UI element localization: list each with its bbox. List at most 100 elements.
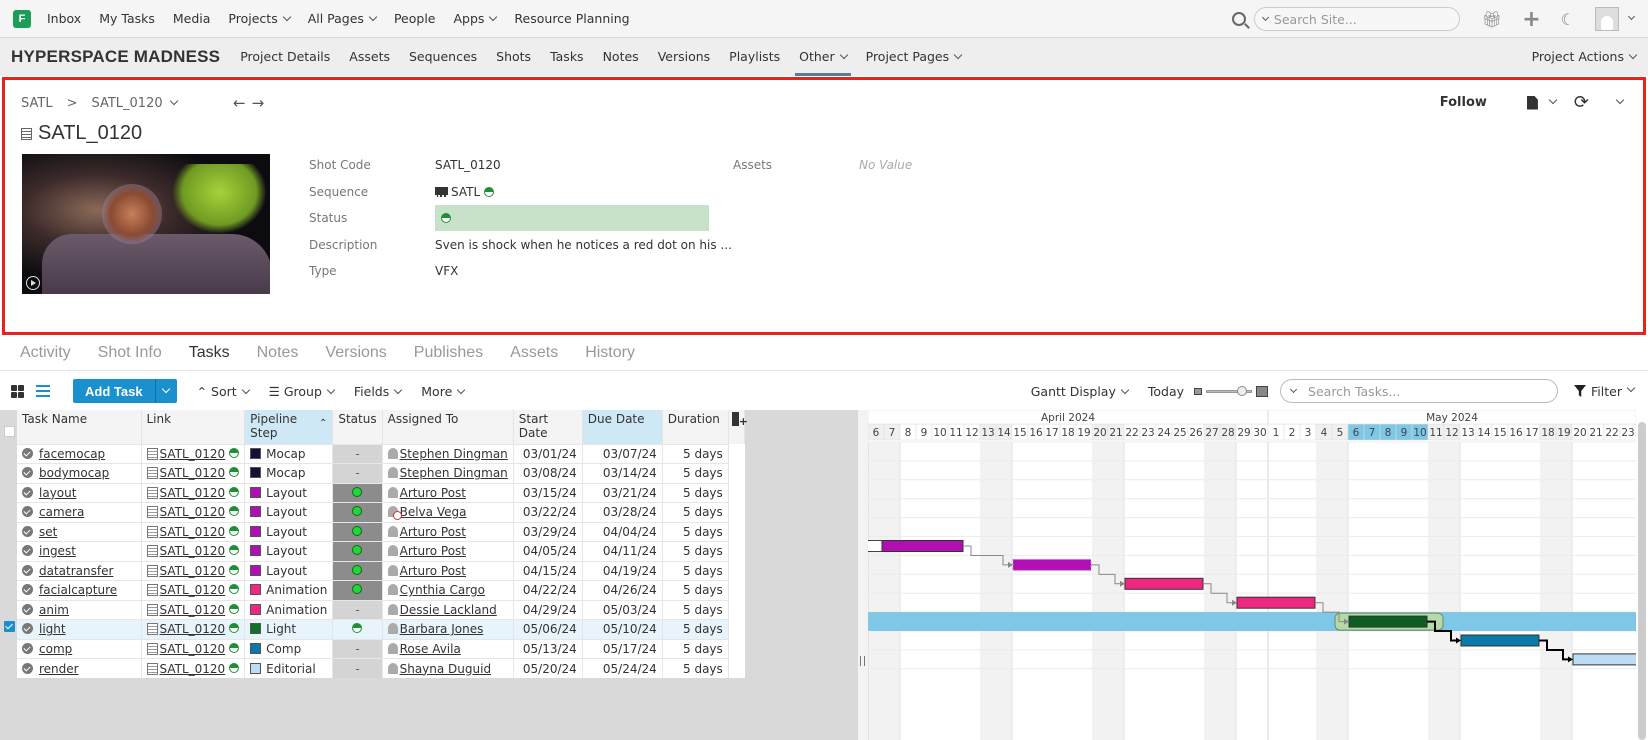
zoom-out-icon[interactable] [1194, 387, 1203, 395]
project-nav-playlists[interactable]: Playlists [729, 38, 780, 76]
tab-shot-info[interactable]: Shot Info [98, 344, 162, 362]
entity-link[interactable]: SATL_0120 [160, 525, 226, 539]
pane-splitter[interactable] [858, 410, 868, 740]
gantt-bar-render[interactable] [1572, 653, 1636, 666]
app-logo[interactable]: F [13, 9, 31, 28]
gantt-bar-datatransfer[interactable] [1012, 558, 1092, 571]
gantt-bar-light[interactable] [1348, 615, 1428, 628]
cell-due-date[interactable]: 05/10/24 [582, 619, 663, 639]
assignee-link[interactable]: Belva Vega [400, 505, 467, 519]
cell-duration[interactable]: 5 days [662, 521, 729, 542]
gantt-bar-comp[interactable] [1460, 634, 1540, 647]
table-row[interactable]: ingest SATL_0120 Layout Arturo Post 04/05/24… [17, 541, 744, 561]
entity-link[interactable]: SATL_0120 [160, 544, 226, 558]
task-check-icon[interactable] [22, 623, 33, 635]
nav-item-media[interactable]: Media [173, 11, 211, 26]
cell-start-date[interactable]: 03/08/24 [513, 463, 583, 483]
breadcrumb-parent[interactable]: SATL [21, 96, 53, 111]
column-header-assigned-to[interactable]: Assigned To [382, 410, 514, 444]
gantt-bar-anim[interactable] [1236, 596, 1316, 609]
cell-duration[interactable]: 5 days [662, 619, 729, 639]
chevron-down-icon[interactable] [1615, 95, 1625, 104]
cell-due-date[interactable]: 05/17/24 [582, 638, 663, 659]
shot-thumbnail[interactable] [22, 154, 270, 294]
cell-start-date[interactable]: 03/15/24 [513, 482, 583, 503]
slider-handle[interactable] [1237, 385, 1248, 396]
entity-link[interactable]: SATL_0120 [160, 583, 226, 597]
assignee-link[interactable]: Arturo Post [400, 486, 466, 500]
table-row[interactable]: render SATL_0120 Editorial - Shayna Duguid 05… [17, 658, 744, 678]
tab-notes[interactable]: Notes [257, 344, 299, 362]
project-nav-tasks[interactable]: Tasks [550, 38, 584, 76]
assignee-link[interactable]: Dessie Lackland [400, 603, 497, 617]
task-check-icon[interactable] [22, 467, 33, 479]
cell-duration[interactable]: 5 days [662, 482, 729, 503]
cell-pipeline-step[interactable]: Layout [244, 560, 334, 581]
cell-start-date[interactable]: 04/05/24 [513, 541, 583, 561]
cell-pipeline-step[interactable]: Mocap [244, 443, 334, 464]
cell-pipeline-step[interactable]: Layout [244, 502, 334, 522]
scrollbar[interactable] [1638, 422, 1646, 740]
cell-pipeline-step[interactable]: Animation [244, 580, 334, 600]
search-icon[interactable] [1231, 12, 1246, 26]
task-check-icon[interactable] [22, 584, 33, 596]
task-link[interactable]: bodymocap [39, 466, 109, 480]
table-row[interactable]: layout SATL_0120 Layout Arturo Post 03/15/24… [17, 482, 744, 503]
today-button[interactable]: Today [1148, 384, 1184, 399]
table-row[interactable]: anim SATL_0120 Animation - Dessie Lackland 04… [17, 599, 744, 620]
task-check-icon[interactable] [22, 486, 33, 498]
cell-start-date[interactable]: 04/15/24 [513, 560, 583, 581]
gantt-bar-facialcapture[interactable] [1124, 577, 1204, 590]
project-nav-sequences[interactable]: Sequences [409, 38, 477, 76]
cell-pipeline-step[interactable]: Mocap [244, 463, 334, 483]
nav-item-apps[interactable]: Apps [453, 11, 498, 26]
assignee-link[interactable]: Cynthia Cargo [400, 583, 485, 597]
cell-status[interactable]: - [332, 599, 383, 620]
sequence-link[interactable]: SATL [451, 185, 480, 199]
more-button[interactable]: More [421, 384, 466, 399]
field-value[interactable]: SATL [435, 185, 495, 199]
gantt-bar-ingest[interactable] [881, 540, 964, 552]
project-title[interactable]: HYPERSPACE MADNESS [11, 47, 220, 67]
task-link[interactable]: facemocap [39, 447, 105, 461]
column-header-pipeline-step[interactable]: Pipeline Step ⌃ [244, 410, 334, 444]
column-header-task-name[interactable]: Task Name [17, 410, 142, 444]
assignee-link[interactable]: Stephen Dingman [400, 447, 508, 461]
plus-icon[interactable]: + [1522, 7, 1540, 32]
cell-due-date[interactable]: 05/24/24 [582, 658, 663, 678]
cell-status[interactable] [332, 482, 383, 503]
cell-due-date[interactable]: 04/04/24 [582, 521, 663, 542]
cell-duration[interactable]: 5 days [662, 560, 729, 581]
entity-link[interactable]: SATL_0120 [160, 642, 226, 656]
table-row[interactable]: datatransfer SATL_0120 Layout Arturo Post 04… [17, 560, 744, 581]
nav-item-people[interactable]: People [394, 11, 436, 26]
task-check-icon[interactable] [22, 603, 33, 615]
cell-due-date[interactable]: 04/26/24 [582, 580, 663, 600]
task-link[interactable]: facialcapture [39, 583, 117, 597]
cell-start-date[interactable]: 03/01/24 [513, 443, 583, 464]
entity-link[interactable]: SATL_0120 [160, 447, 226, 461]
task-link[interactable]: layout [39, 486, 76, 500]
tab-publishes[interactable]: Publishes [414, 344, 483, 362]
cell-start-date[interactable]: 04/29/24 [513, 599, 583, 620]
cell-due-date[interactable]: 03/21/24 [582, 482, 663, 503]
assignee-link[interactable]: Rose Avila [400, 642, 461, 656]
field-value[interactable]: SATL_0120 [435, 158, 501, 172]
cell-start-date[interactable]: 05/13/24 [513, 638, 583, 659]
entity-link[interactable]: SATL_0120 [160, 486, 226, 500]
arrow-left-icon[interactable]: ← [233, 94, 252, 112]
assignee-link[interactable]: Arturo Post [400, 564, 466, 578]
cell-duration[interactable]: 5 days [662, 502, 729, 522]
tab-assets[interactable]: Assets [510, 344, 558, 362]
moon-icon[interactable]: ☾ [1561, 10, 1575, 29]
arrow-right-icon[interactable]: → [252, 94, 271, 112]
cell-status[interactable]: - [332, 443, 383, 464]
table-row[interactable]: bodymocap SATL_0120 Mocap - Stephen Dingman 0… [17, 463, 744, 483]
cell-status[interactable] [332, 580, 383, 600]
task-link[interactable]: datatransfer [39, 564, 113, 578]
sort-asc-icon[interactable]: ⌃ [319, 418, 327, 429]
project-nav-other[interactable]: Other [795, 38, 851, 76]
nav-item-my-tasks[interactable]: My Tasks [99, 11, 155, 26]
zoom-in-icon[interactable] [1256, 385, 1269, 397]
column-header-start-date[interactable]: Start Date [513, 410, 583, 444]
